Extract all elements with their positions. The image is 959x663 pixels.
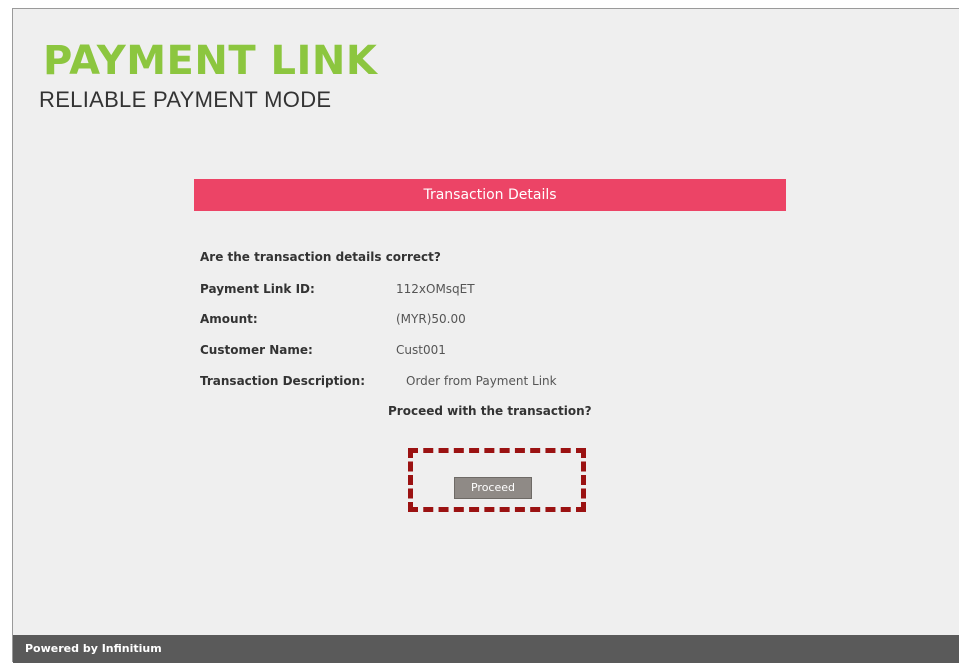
amount-value: (MYR)50.00 — [396, 312, 466, 326]
detail-row-transaction-description: Transaction Description: Order from Paym… — [200, 373, 760, 389]
detail-row-amount: Amount: (MYR)50.00 — [200, 311, 760, 327]
footer-bar: Powered by Infinitium — [13, 635, 959, 663]
page-frame: PAYMENT LINK RELIABLE PAYMENT MODE Trans… — [12, 8, 959, 663]
detail-row-payment-link-id: Payment Link ID: 112xOMsqET — [200, 281, 760, 297]
brand-subtitle: RELIABLE PAYMENT MODE — [39, 87, 332, 112]
amount-label: Amount: — [200, 312, 258, 326]
customer-name-label: Customer Name: — [200, 343, 313, 357]
brand-title: PAYMENT LINK — [43, 38, 378, 84]
detail-row-customer-name: Customer Name: Cust001 — [200, 342, 760, 358]
transaction-description-value: Order from Payment Link — [406, 374, 557, 388]
transaction-details-header: Transaction Details — [194, 179, 786, 211]
proceed-prompt: Proceed with the transaction? — [388, 404, 592, 418]
powered-by-text: Powered by Infinitium — [25, 642, 162, 655]
proceed-button[interactable]: Proceed — [454, 477, 532, 499]
customer-name-value: Cust001 — [396, 343, 446, 357]
payment-link-id-label: Payment Link ID: — [200, 282, 315, 296]
confirmation-question: Are the transaction details correct? — [200, 250, 441, 264]
payment-link-id-value: 112xOMsqET — [396, 282, 475, 296]
transaction-description-label: Transaction Description: — [200, 374, 366, 388]
